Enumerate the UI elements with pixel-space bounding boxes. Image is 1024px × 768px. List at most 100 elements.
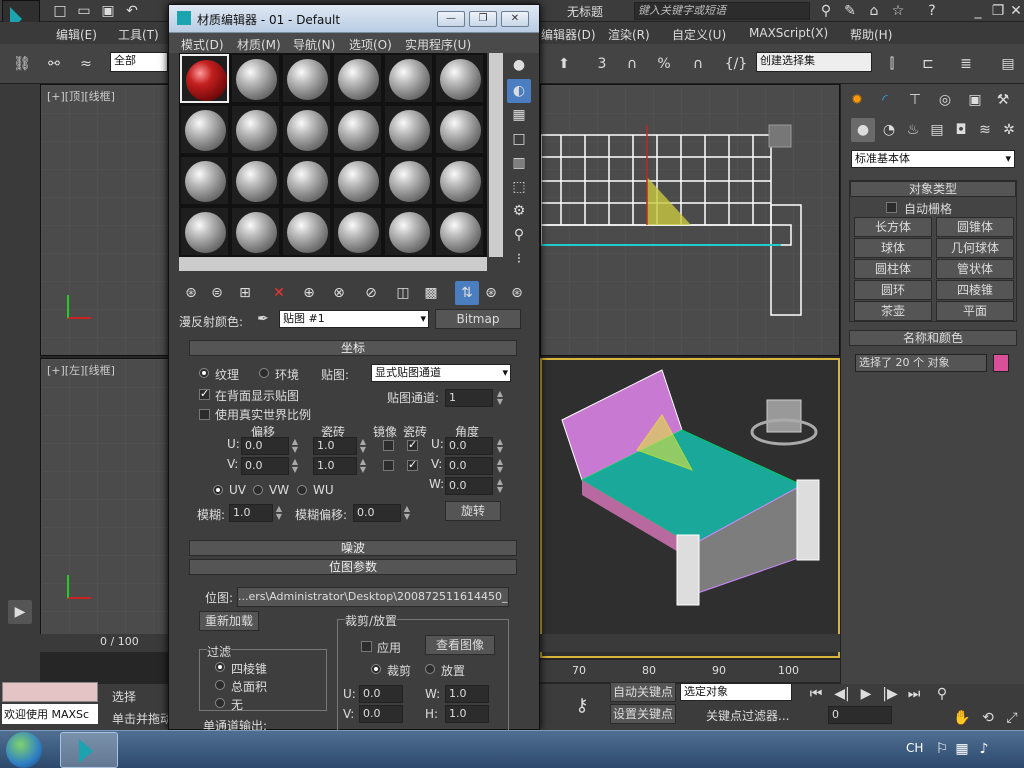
sample-slot[interactable] bbox=[282, 156, 331, 205]
menu-customize[interactable]: 自定义(U) bbox=[672, 26, 726, 43]
plane-button[interactable]: 平面 bbox=[936, 301, 1014, 321]
v-angle-input[interactable]: 0.0 bbox=[445, 457, 493, 475]
key-filter-button[interactable]: 关键点过滤器... bbox=[706, 707, 789, 724]
pan-icon[interactable]: ✋ bbox=[950, 706, 974, 730]
crop-radio[interactable] bbox=[371, 664, 381, 674]
view-image-button[interactable]: 查看图像 bbox=[425, 635, 495, 655]
cone-button[interactable]: 圆锥体 bbox=[936, 217, 1014, 237]
v-tiling-input[interactable]: 1.0 bbox=[313, 457, 357, 475]
sample-slot[interactable] bbox=[333, 156, 382, 205]
apply-checkbox[interactable] bbox=[361, 641, 372, 652]
star-icon[interactable]: ☆ bbox=[886, 0, 910, 23]
menu-rendering[interactable]: 渲染(R) bbox=[608, 26, 650, 43]
get-material-icon[interactable]: ⊛ bbox=[179, 281, 203, 305]
slot-hscrollbar[interactable] bbox=[179, 257, 487, 271]
expand-arrow-icon[interactable]: ▶ bbox=[8, 600, 32, 624]
blur-spinner-icon[interactable]: ▲ ▼ bbox=[274, 505, 284, 521]
maximize-viewport-icon[interactable]: ⤢ bbox=[1000, 706, 1024, 730]
object-name-field[interactable]: 选择了 20 个 对象 bbox=[855, 354, 987, 372]
copy-material-icon[interactable]: ⊕ bbox=[297, 281, 321, 305]
taskbar-3dsmax-icon[interactable] bbox=[60, 732, 118, 768]
texture-radio[interactable] bbox=[199, 368, 209, 378]
zoom-icon[interactable]: ⚲ bbox=[930, 682, 954, 706]
sample-slot[interactable] bbox=[333, 207, 382, 256]
sample-slot[interactable] bbox=[435, 105, 484, 154]
shapes-icon[interactable]: ◔ bbox=[877, 118, 901, 142]
viewport-front[interactable] bbox=[540, 84, 840, 356]
tools-icon[interactable]: ✎ bbox=[838, 0, 862, 23]
sample-slot[interactable] bbox=[180, 156, 229, 205]
options-icon[interactable]: ⚙ bbox=[507, 199, 531, 223]
map-name-field[interactable]: 贴图 #1 ▾ bbox=[279, 310, 429, 328]
u-tiling-input[interactable]: 1.0 bbox=[313, 437, 357, 455]
pyramidal-radio[interactable] bbox=[215, 662, 225, 672]
material-id-icon[interactable]: ⊘ bbox=[359, 281, 383, 305]
sample-slot[interactable] bbox=[231, 54, 280, 103]
sample-slot[interactable] bbox=[333, 105, 382, 154]
sample-slot[interactable] bbox=[180, 54, 229, 103]
background-icon[interactable]: ▦ bbox=[507, 103, 531, 127]
pyramid-button[interactable]: 四棱锥 bbox=[936, 280, 1014, 300]
show-back-checkbox[interactable] bbox=[199, 387, 210, 400]
box-button[interactable]: 长方体 bbox=[854, 217, 932, 237]
input-language[interactable]: CH bbox=[906, 741, 923, 755]
summed-area-radio[interactable] bbox=[215, 680, 225, 690]
next-frame-icon[interactable]: |▶ bbox=[878, 682, 902, 706]
unlink-icon[interactable]: ⚯ bbox=[42, 52, 66, 76]
dlg-menu-material[interactable]: 材质(M) bbox=[237, 36, 281, 53]
autogrid-checkbox[interactable] bbox=[886, 202, 897, 213]
menu-edit[interactable]: 编辑(E) bbox=[56, 26, 97, 43]
environ-radio[interactable] bbox=[259, 368, 269, 378]
u-mirror-checkbox[interactable] bbox=[383, 440, 394, 451]
motion-tab-icon[interactable]: ◎ bbox=[933, 88, 957, 112]
menu-tools[interactable]: 工具(T) bbox=[118, 26, 159, 43]
map-type-button[interactable]: Bitmap bbox=[435, 309, 521, 329]
dialog-title-bar[interactable]: 材质编辑器 - 01 - Default — ❐ ✕ bbox=[169, 5, 539, 33]
go-to-parent-icon[interactable]: ⇅ bbox=[455, 281, 479, 305]
close-icon[interactable]: ✕ bbox=[1004, 0, 1024, 23]
selected-object-dropdown[interactable]: 选定对象 bbox=[680, 683, 792, 701]
u-offset-input[interactable]: 0.0 bbox=[241, 437, 289, 455]
channel-spinner-icon[interactable]: ▲ ▼ bbox=[495, 390, 505, 406]
no-filter-radio[interactable] bbox=[215, 698, 225, 708]
start-button-icon[interactable] bbox=[6, 732, 42, 768]
geometry-icon[interactable]: ● bbox=[851, 118, 875, 142]
prev-frame-icon[interactable]: ◀| bbox=[830, 682, 854, 706]
noise-rollout-header[interactable]: 噪波 bbox=[189, 540, 517, 556]
orbit-icon[interactable]: ⟲ bbox=[976, 706, 1000, 730]
crop-v-input[interactable]: 0.0 bbox=[359, 705, 403, 723]
sample-slot[interactable] bbox=[180, 207, 229, 256]
dialog-minimize-icon[interactable]: — bbox=[437, 11, 465, 27]
uv-radio[interactable] bbox=[213, 485, 223, 495]
v-angle-spinner-icon[interactable]: ▲ ▼ bbox=[495, 458, 505, 474]
show-end-result-icon[interactable]: ▩ bbox=[419, 281, 443, 305]
make-unique-icon[interactable]: ⊗ bbox=[327, 281, 351, 305]
v-mirror-checkbox[interactable] bbox=[383, 460, 394, 471]
map-channel-input[interactable]: 1 bbox=[445, 389, 493, 407]
assign-material-icon[interactable]: ⊞ bbox=[233, 281, 257, 305]
current-frame-field[interactable]: 0 bbox=[828, 706, 892, 724]
systems-icon[interactable]: ✲ bbox=[997, 118, 1021, 142]
backlight-icon[interactable]: ◐ bbox=[507, 79, 531, 103]
material-map-nav-icon[interactable]: ⁝ bbox=[507, 247, 531, 271]
u-tiling-spinner-icon[interactable]: ▲ ▼ bbox=[358, 438, 368, 454]
dialog-restore-icon[interactable]: ❐ bbox=[469, 11, 497, 27]
sample-slot[interactable] bbox=[384, 54, 433, 103]
cameras-icon[interactable]: ▤ bbox=[925, 118, 949, 142]
viewport-perspective[interactable] bbox=[540, 358, 840, 658]
reset-map-icon[interactable]: ✕ bbox=[267, 281, 291, 305]
geosphere-button[interactable]: 几何球体 bbox=[936, 238, 1014, 258]
lights-icon[interactable]: ♨ bbox=[901, 118, 925, 142]
percent-snap-icon[interactable]: % bbox=[652, 52, 676, 76]
menu-maxscript[interactable]: MAXScript(X) bbox=[749, 26, 828, 40]
sample-slot[interactable] bbox=[435, 207, 484, 256]
u-angle-input[interactable]: 0.0 bbox=[445, 437, 493, 455]
sample-slot[interactable] bbox=[435, 54, 484, 103]
u-offset-spinner-icon[interactable]: ▲ ▼ bbox=[290, 438, 300, 454]
set-key-button[interactable]: 设置关键点 bbox=[610, 704, 676, 724]
object-color-swatch[interactable] bbox=[993, 354, 1009, 372]
layer-manager-icon[interactable]: ≣ bbox=[954, 52, 978, 76]
align-icon[interactable]: ⊏ bbox=[916, 52, 940, 76]
put-to-scene-icon[interactable]: ⊜ bbox=[205, 281, 229, 305]
category-dropdown[interactable]: 标准基本体 ▾ bbox=[851, 150, 1015, 168]
